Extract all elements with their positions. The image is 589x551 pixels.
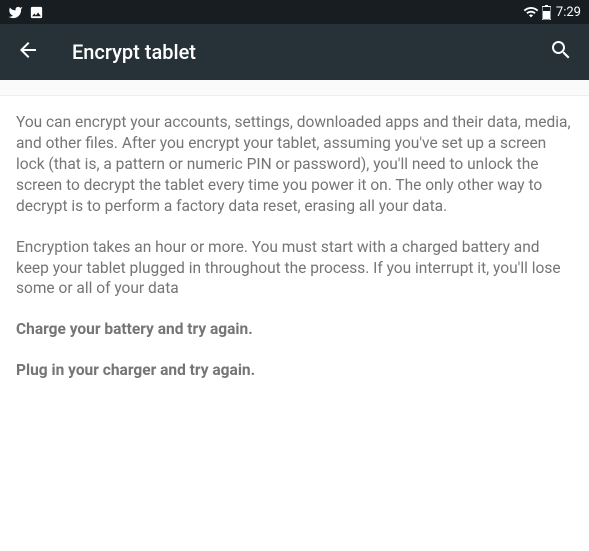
description-paragraph-2: Encryption takes an hour or more. You mu… xyxy=(16,237,573,300)
status-left-icons xyxy=(8,5,44,20)
back-button[interactable] xyxy=(16,40,40,64)
search-icon xyxy=(549,38,573,66)
app-bar: Encrypt tablet xyxy=(0,24,589,80)
battery-icon xyxy=(542,5,551,20)
image-icon xyxy=(29,5,44,20)
status-time: 7:29 xyxy=(556,5,581,20)
description-paragraph-1: You can encrypt your accounts, settings,… xyxy=(16,112,573,217)
warning-charge-battery: Charge your battery and try again. xyxy=(16,319,573,340)
twitter-icon xyxy=(8,5,23,20)
arrow-back-icon xyxy=(16,38,40,66)
content-area: You can encrypt your accounts, settings,… xyxy=(0,96,589,417)
status-bar: 7:29 xyxy=(0,0,589,24)
status-right-icons: 7:29 xyxy=(523,4,581,20)
warning-plug-charger: Plug in your charger and try again. xyxy=(16,360,573,381)
divider xyxy=(0,80,589,96)
page-title: Encrypt tablet xyxy=(72,40,549,64)
search-button[interactable] xyxy=(549,40,573,64)
wifi-icon xyxy=(523,4,539,20)
